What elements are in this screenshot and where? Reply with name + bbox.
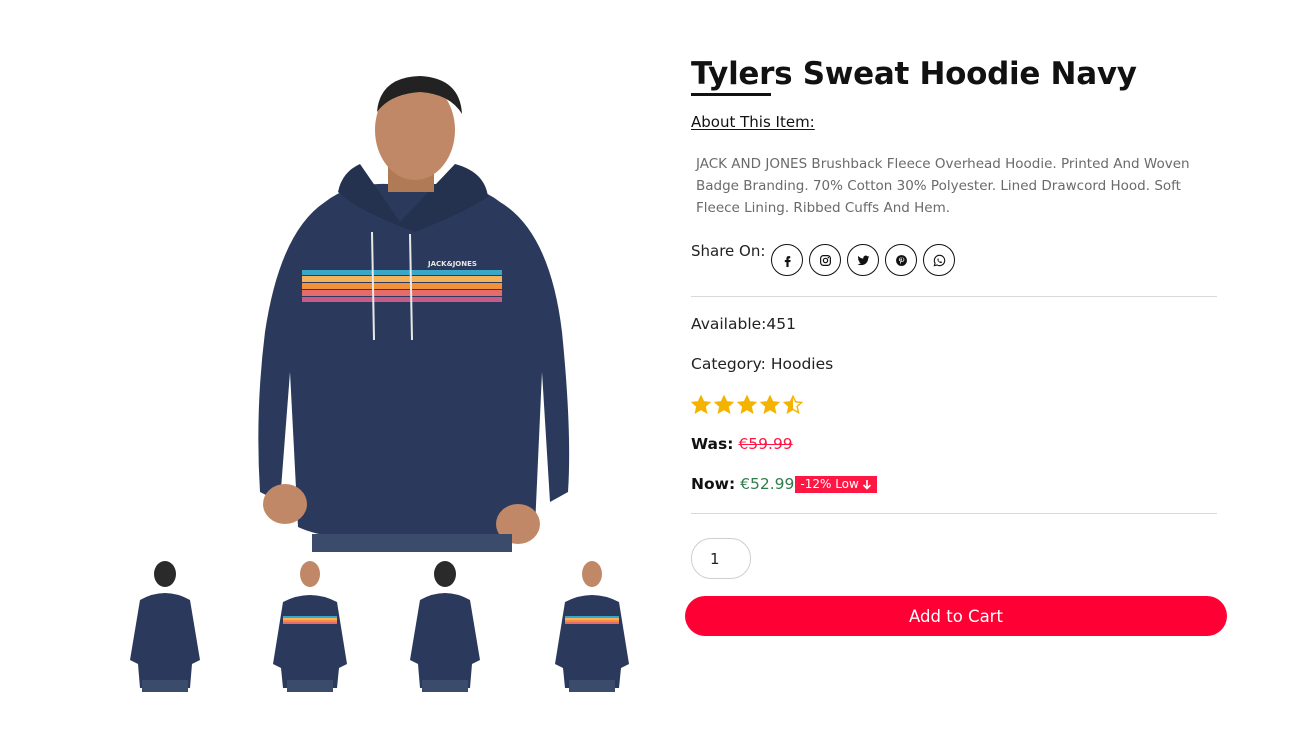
thumbnail-front-1[interactable] (265, 560, 355, 692)
thumbnail-back-2[interactable] (400, 560, 490, 692)
add-to-cart-button[interactable]: Add to Cart (685, 596, 1227, 636)
share-icons (771, 244, 955, 276)
about-label: About This Item: (691, 113, 815, 131)
star-full-icon (714, 395, 734, 414)
svg-text:JACK&JONES: JACK&JONES (427, 260, 477, 268)
was-price-row: Was: €59.99 (691, 435, 793, 453)
thumbnail-strip (100, 560, 660, 692)
pinterest-icon[interactable] (885, 244, 917, 276)
facebook-icon[interactable] (771, 244, 803, 276)
was-price: €59.99 (738, 435, 793, 453)
star-full-icon (691, 395, 711, 414)
divider-bottom (691, 513, 1217, 514)
available-stock: Available:451 (691, 315, 796, 333)
whatsapp-icon[interactable] (923, 244, 955, 276)
thumbnail-back-1[interactable] (120, 560, 210, 692)
product-title: Tylers Sweat Hoodie Navy (691, 56, 1137, 92)
product-description: JACK AND JONES Brushback Fleece Overhead… (696, 156, 1190, 216)
star-full-icon (737, 395, 757, 414)
star-full-icon (760, 395, 780, 414)
star-half-icon (783, 395, 803, 414)
arrow-down-icon (862, 479, 871, 490)
title-underline (691, 93, 771, 96)
now-label: Now: (691, 475, 736, 493)
twitter-icon[interactable] (847, 244, 879, 276)
now-price: €52.99 (740, 475, 795, 493)
now-price-row: Now: €52.99 -12% Low (691, 475, 877, 493)
discount-badge-text: -12% Low (800, 476, 859, 491)
instagram-icon[interactable] (809, 244, 841, 276)
was-label: Was: (691, 435, 734, 453)
product-category: Category: Hoodies (691, 355, 834, 373)
quantity-input[interactable] (691, 538, 751, 579)
divider-top (691, 296, 1217, 297)
discount-badge: -12% Low (795, 475, 877, 493)
star-rating (691, 395, 803, 414)
thumbnail-front-2[interactable] (547, 560, 637, 692)
share-label: Share On: (691, 242, 766, 260)
product-main-image: JACK&JONES (250, 72, 575, 552)
